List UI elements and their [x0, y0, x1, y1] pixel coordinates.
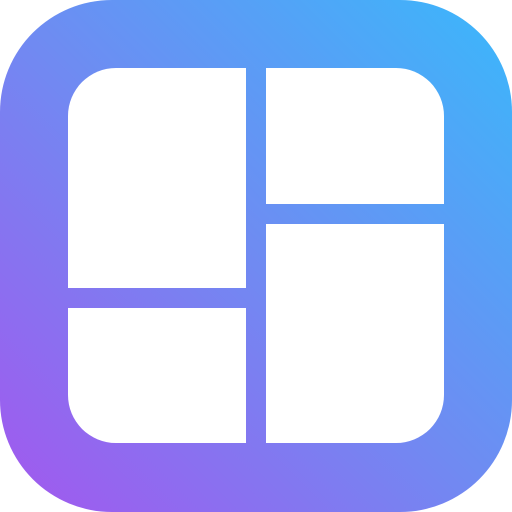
collage-tile-bottom-left — [68, 308, 246, 443]
collage-grid-icon — [0, 0, 512, 512]
collage-tile-top-right — [266, 68, 444, 204]
collage-tile-bottom-right — [266, 224, 444, 443]
app-icon-container — [0, 0, 512, 512]
collage-tile-top-left — [68, 68, 246, 288]
